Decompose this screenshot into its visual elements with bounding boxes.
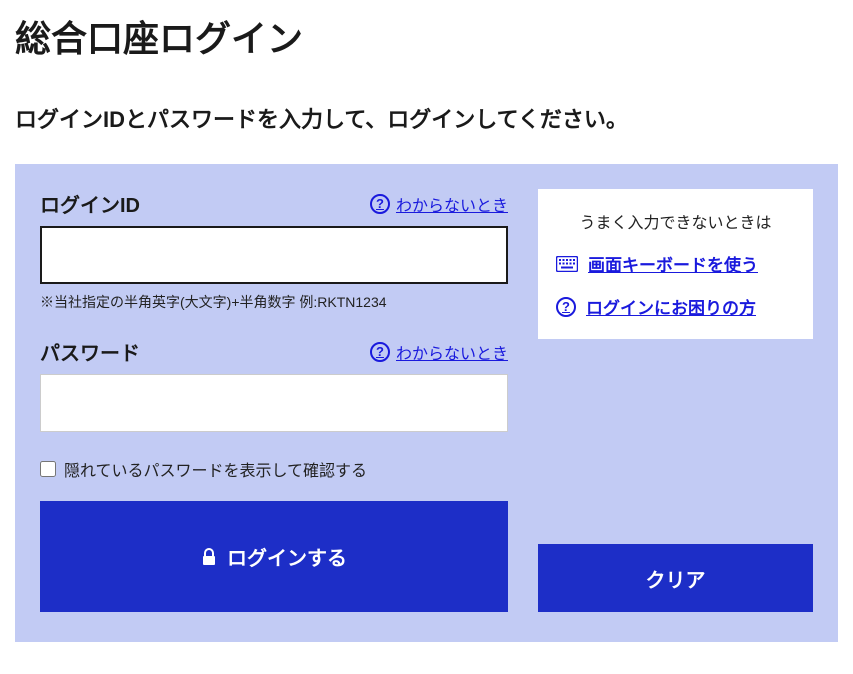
login-id-input[interactable] — [40, 226, 508, 284]
login-panel: ログインID ? わからないとき ※当社指定の半角英字(大文字)+半角数字 例:… — [15, 164, 838, 642]
password-help-text: わからないとき — [396, 340, 508, 364]
spacer — [538, 339, 813, 544]
screen-keyboard-link[interactable]: 画面キーボードを使う — [556, 251, 795, 276]
login-button-label: ログインする — [227, 542, 347, 571]
login-id-help-link[interactable]: ? わからないとき — [370, 192, 508, 216]
login-button[interactable]: ログインする — [40, 501, 508, 612]
clear-button-label: クリア — [646, 564, 706, 593]
clear-button[interactable]: クリア — [538, 544, 813, 612]
question-icon: ? — [370, 342, 390, 362]
password-input[interactable] — [40, 374, 508, 432]
show-password-checkbox[interactable] — [40, 461, 56, 477]
question-icon: ? — [370, 194, 390, 214]
main-column: ログインID ? わからないとき ※当社指定の半角英字(大文字)+半角数字 例:… — [40, 189, 508, 612]
password-block: パスワード ? わからないとき — [40, 337, 508, 432]
page-subtitle: ログインIDとパスワードを入力して、ログインしてください。 — [15, 102, 838, 134]
side-column: うまく入力できないときは 画面キーボードを使う ? ログインにお困りの方 — [538, 189, 813, 612]
password-label: パスワード — [40, 337, 140, 366]
help-box-title: うまく入力できないときは — [556, 209, 795, 233]
trouble-login-link[interactable]: ? ログインにお困りの方 — [556, 294, 795, 319]
lock-icon — [201, 548, 217, 566]
login-id-help-text: わからないとき — [396, 192, 508, 216]
password-help-link[interactable]: ? わからないとき — [370, 340, 508, 364]
page-title: 総合口座ログイン — [15, 10, 838, 62]
question-icon: ? — [556, 297, 576, 317]
keyboard-icon — [556, 256, 578, 272]
trouble-login-text: ログインにお困りの方 — [586, 294, 756, 319]
login-id-hint: ※当社指定の半角英字(大文字)+半角数字 例:RKTN1234 — [40, 292, 508, 312]
show-password-row[interactable]: 隠れているパスワードを表示して確認する — [40, 457, 508, 481]
show-password-label: 隠れているパスワードを表示して確認する — [64, 457, 367, 481]
login-id-block: ログインID ? わからないとき ※当社指定の半角英字(大文字)+半角数字 例:… — [40, 189, 508, 312]
screen-keyboard-text: 画面キーボードを使う — [588, 251, 758, 276]
help-box: うまく入力できないときは 画面キーボードを使う ? ログインにお困りの方 — [538, 189, 813, 339]
login-id-label: ログインID — [40, 189, 140, 218]
